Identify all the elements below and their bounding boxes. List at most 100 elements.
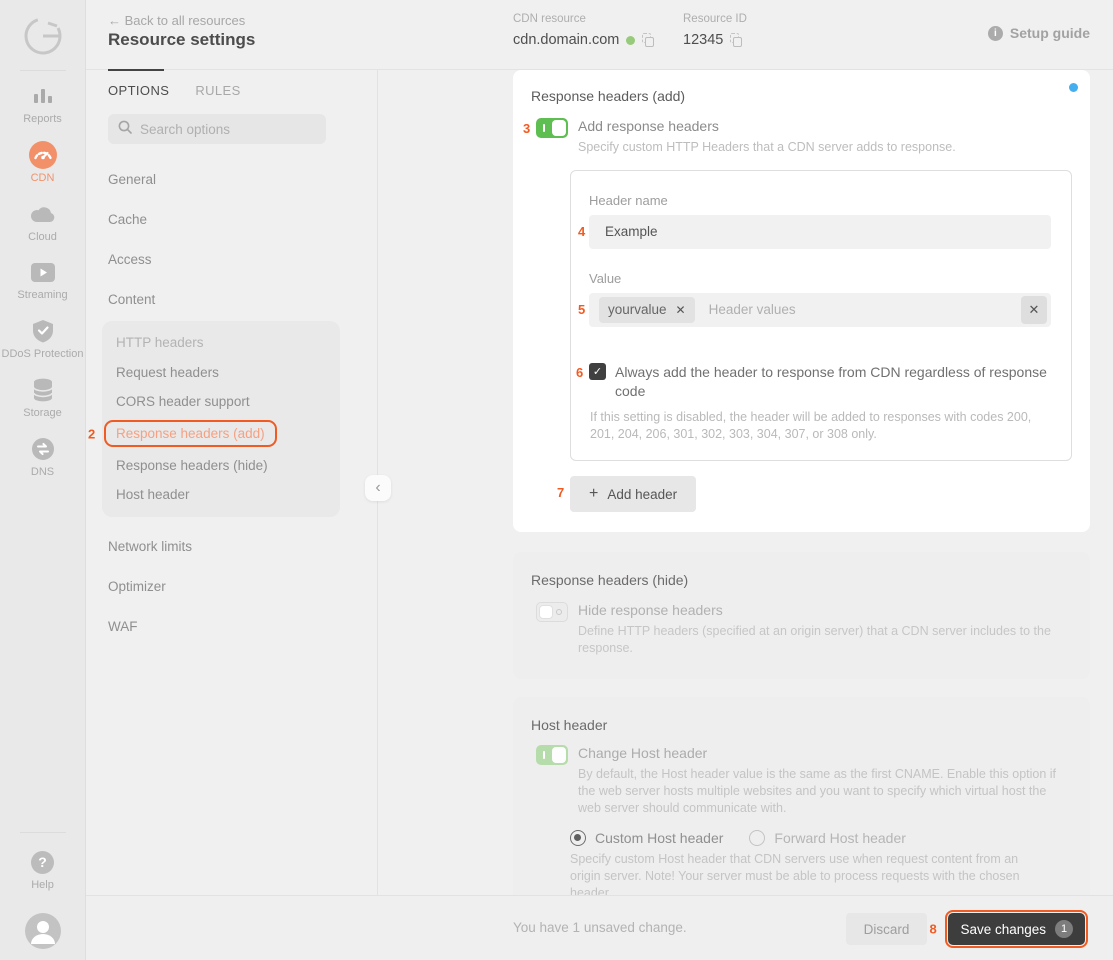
card-host-header: Host header Change Host header By defaul… bbox=[513, 697, 1090, 895]
copy-icon[interactable] bbox=[730, 33, 743, 47]
sidebar-item-label: Streaming bbox=[17, 289, 67, 303]
content-area: OPTIONS RULES General Cache Access Conte… bbox=[86, 70, 1113, 895]
app-sidebar: Reports CDN Cloud Streaming bbox=[0, 0, 86, 960]
header-values-input[interactable]: 5 yourvalue ✕ Header values ✕ bbox=[589, 293, 1051, 327]
chevron-left-icon: ‹ bbox=[375, 479, 380, 497]
tab-bar: OPTIONS RULES bbox=[86, 70, 377, 98]
toggle-label: Change Host header bbox=[578, 745, 1058, 761]
status-green-dot bbox=[626, 36, 635, 45]
menu-item-content[interactable]: Content bbox=[86, 279, 377, 319]
tab-rules[interactable]: RULES bbox=[195, 83, 240, 98]
sidebar-item-cloud[interactable]: Cloud bbox=[0, 201, 86, 245]
annotation-outline: 2 Response headers (add) bbox=[104, 420, 277, 447]
search-options-box[interactable] bbox=[108, 114, 326, 144]
back-to-resources-link[interactable]: ← Back to all resources bbox=[108, 13, 245, 28]
menu-item-network-limits[interactable]: Network limits bbox=[86, 527, 377, 567]
annotation-number: 4 bbox=[578, 224, 585, 239]
search-icon bbox=[118, 120, 132, 139]
always-add-header-checkbox[interactable]: ✓ bbox=[589, 363, 606, 380]
user-avatar[interactable] bbox=[0, 918, 86, 944]
sidebar-item-storage[interactable]: Storage bbox=[0, 377, 86, 421]
sidebar-item-label: CDN bbox=[31, 172, 55, 186]
sidebar-divider bbox=[20, 70, 66, 71]
sidebar-item-dns[interactable]: DNS bbox=[0, 436, 86, 480]
cloud-icon bbox=[30, 201, 56, 227]
page-title: Resource settings bbox=[108, 30, 255, 50]
sidebar-item-ddos-protection[interactable]: DDoS Protection bbox=[0, 318, 86, 362]
toggle-description: Specify custom HTTP Headers that a CDN s… bbox=[578, 139, 956, 156]
menu-item-optimizer[interactable]: Optimizer bbox=[86, 567, 377, 607]
radio-forward-host-header[interactable]: Forward Host header bbox=[749, 830, 906, 846]
sidebar-item-label: Storage bbox=[23, 407, 62, 421]
checkbox-note: If this setting is disabled, the header … bbox=[590, 409, 1051, 443]
annotation-number: 7 bbox=[557, 485, 564, 500]
tab-options[interactable]: OPTIONS bbox=[108, 83, 169, 98]
avatar-icon bbox=[25, 918, 61, 944]
sidebar-divider bbox=[20, 832, 66, 833]
sidebar-item-streaming[interactable]: Streaming bbox=[0, 259, 86, 303]
annotation-number: 5 bbox=[578, 302, 585, 317]
menu-item-waf[interactable]: WAF bbox=[86, 607, 377, 647]
card-title: Host header bbox=[531, 717, 1072, 733]
cdn-resource-block: CDN resource cdn.domain.com bbox=[513, 13, 655, 48]
card-title: Response headers (hide) bbox=[531, 572, 1072, 588]
collapse-panel-button[interactable]: ‹ bbox=[365, 475, 391, 501]
menu-item-response-headers-hide[interactable]: Response headers (hide) bbox=[102, 451, 340, 481]
cdn-resource-label: CDN resource bbox=[513, 13, 655, 25]
sidebar-item-reports[interactable]: Reports bbox=[0, 83, 86, 127]
sidebar-item-label: Cloud bbox=[28, 231, 57, 245]
host-header-radio-group: Custom Host header Forward Host header bbox=[570, 830, 1072, 846]
save-changes-button[interactable]: Save changes 1 bbox=[948, 913, 1085, 945]
check-icon: ✓ bbox=[593, 365, 602, 378]
gcore-logo-icon[interactable] bbox=[21, 14, 65, 58]
add-response-headers-toggle[interactable]: 3 bbox=[536, 118, 568, 138]
header-name-input[interactable] bbox=[589, 224, 1051, 239]
resource-id-block: Resource ID 12345 bbox=[683, 13, 747, 48]
annotation-number: 8 bbox=[929, 922, 936, 937]
close-icon: ✕ bbox=[1029, 302, 1040, 318]
value-chip: yourvalue ✕ bbox=[599, 297, 695, 323]
info-icon: i bbox=[988, 26, 1003, 41]
card-title: Response headers (add) bbox=[531, 88, 1072, 104]
menu-item-request-headers[interactable]: Request headers bbox=[102, 358, 340, 388]
database-icon bbox=[32, 377, 54, 403]
menu-item-response-headers-add[interactable]: 2 Response headers (add) bbox=[102, 417, 340, 451]
bar-chart-icon bbox=[32, 83, 54, 109]
menu-item-general[interactable]: General bbox=[86, 159, 377, 199]
speedometer-icon bbox=[29, 142, 57, 168]
menu-item-cors-header-support[interactable]: CORS header support bbox=[102, 387, 340, 417]
menu-item-host-header[interactable]: Host header bbox=[102, 480, 340, 510]
radio-description: Specify custom Host header that CDN serv… bbox=[570, 851, 1050, 895]
page-header: ← Back to all resources Resource setting… bbox=[86, 0, 1113, 70]
back-arrow-icon: ← bbox=[108, 13, 121, 28]
settings-main-column: Response headers (add) 3 Add response he… bbox=[378, 70, 1113, 895]
cdn-resource-value: cdn.domain.com bbox=[513, 32, 619, 48]
chip-remove-icon[interactable]: ✕ bbox=[676, 303, 686, 317]
resource-id-value: 12345 bbox=[683, 32, 723, 48]
resource-id-label: Resource ID bbox=[683, 13, 747, 25]
sidebar-item-label: Help bbox=[31, 879, 54, 893]
menu-item-access[interactable]: Access bbox=[86, 239, 377, 279]
http-headers-group: HTTP headers Request headers CORS header… bbox=[102, 321, 340, 517]
value-placeholder: Header values bbox=[709, 302, 796, 317]
toggle-description: Define HTTP headers (specified at an ori… bbox=[578, 623, 1072, 657]
discard-button[interactable]: Discard bbox=[846, 913, 928, 945]
menu-item-cache[interactable]: Cache bbox=[86, 199, 377, 239]
radio-custom-host-header[interactable]: Custom Host header bbox=[570, 830, 723, 846]
sidebar-item-help[interactable]: ? Help bbox=[0, 849, 86, 893]
copy-icon[interactable] bbox=[642, 33, 655, 47]
sidebar-item-cdn[interactable]: CDN bbox=[0, 142, 86, 186]
header-name-label: Header name bbox=[589, 193, 1051, 208]
hide-response-headers-toggle[interactable] bbox=[536, 602, 568, 622]
clear-values-button[interactable]: ✕ bbox=[1021, 296, 1047, 324]
setup-guide-button[interactable]: i Setup guide bbox=[988, 25, 1090, 41]
add-header-button[interactable]: 7 + Add header bbox=[570, 476, 696, 512]
annotation-number: 6 bbox=[576, 365, 583, 380]
unsaved-count-badge: 1 bbox=[1055, 920, 1073, 938]
active-tab-indicator bbox=[108, 69, 164, 71]
options-panel: OPTIONS RULES General Cache Access Conte… bbox=[86, 70, 378, 895]
group-header-http-headers: HTTP headers bbox=[102, 328, 340, 358]
shield-check-icon bbox=[32, 318, 54, 344]
change-host-header-toggle[interactable] bbox=[536, 745, 568, 765]
search-input[interactable] bbox=[140, 122, 316, 137]
